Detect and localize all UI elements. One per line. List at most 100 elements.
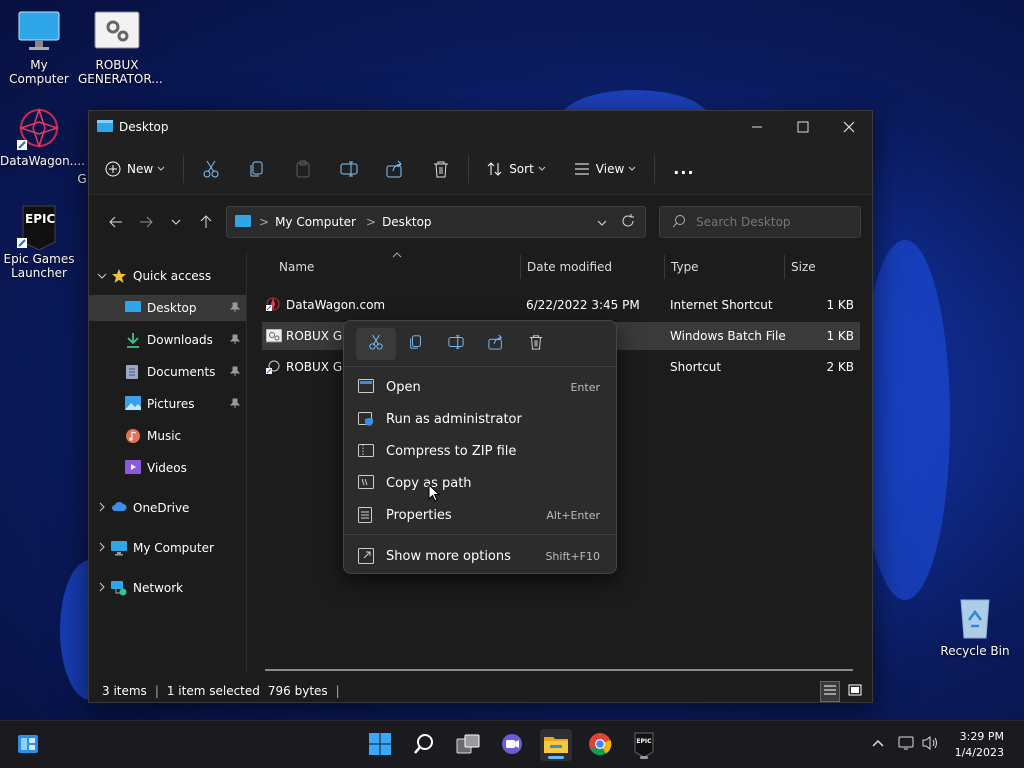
nav-onedrive[interactable]: OneDrive [89, 495, 246, 521]
teams-chat-button[interactable] [496, 729, 528, 761]
address-bar[interactable]: > My Computer > Desktop [226, 206, 646, 238]
desktop-icon-g-partial[interactable]: G [76, 172, 88, 186]
breadcrumb-my-computer[interactable]: My Computer [275, 215, 356, 229]
forward-button[interactable] [131, 216, 161, 228]
nav-item-desktop[interactable]: Desktop [89, 295, 246, 321]
wallpaper-bloom [860, 240, 950, 600]
nav-label: Pictures [147, 397, 195, 411]
epic-games-taskbar-button[interactable]: EPIC [628, 729, 660, 761]
back-button[interactable] [101, 216, 131, 228]
context-run-as-admin[interactable]: Run as administrator [348, 404, 612, 434]
share-button[interactable] [386, 160, 404, 178]
column-divider[interactable] [664, 255, 665, 279]
nav-label: Videos [147, 461, 187, 475]
column-header-type[interactable]: Type [671, 255, 783, 279]
context-show-more-options[interactable]: Show more options Shift+F10 [348, 541, 612, 571]
desktop-icon-my-computer[interactable]: My Computer [0, 10, 78, 86]
star-icon [111, 268, 127, 284]
context-cut-button[interactable] [356, 327, 396, 360]
shield-icon [358, 411, 374, 427]
network-icon [111, 580, 127, 596]
search-input[interactable] [696, 215, 846, 229]
delete-button[interactable] [432, 160, 450, 178]
nav-item-downloads[interactable]: Downloads [89, 327, 246, 353]
nav-my-computer[interactable]: My Computer [89, 535, 246, 561]
tiles-view-button[interactable] [846, 682, 864, 701]
context-rename-button[interactable] [436, 328, 476, 360]
chrome-button[interactable] [584, 729, 616, 761]
task-view-button[interactable] [452, 729, 484, 761]
sort-button[interactable]: Sort [487, 161, 546, 177]
nav-label: Desktop [147, 301, 197, 315]
desktop-icon-recycle-bin[interactable]: Recycle Bin [936, 596, 1014, 658]
context-properties[interactable]: Properties Alt+Enter [348, 500, 612, 530]
recent-locations-button[interactable] [161, 219, 191, 225]
nav-network[interactable]: Network [89, 575, 246, 601]
trash-icon [432, 160, 450, 178]
context-copy-as-path[interactable]: Copy as path [348, 468, 612, 498]
volume-icon[interactable] [922, 735, 940, 755]
file-row[interactable]: DataWagon.com 6/22/2022 3:45 PM Internet… [262, 291, 860, 319]
network-status-icon[interactable] [898, 735, 916, 755]
active-app-indicator [548, 756, 564, 759]
chrome-icon [588, 732, 612, 759]
file-explorer-taskbar-button[interactable] [540, 729, 572, 761]
nav-item-pictures[interactable]: Pictures [89, 391, 246, 417]
clock-date: 1/4/2023 [954, 746, 1004, 759]
nav-item-documents[interactable]: Documents [89, 359, 246, 385]
copy-button[interactable] [248, 160, 266, 178]
title-bar[interactable]: Desktop [89, 111, 872, 143]
refresh-button[interactable] [621, 213, 635, 231]
more-options-button[interactable]: ... [673, 159, 694, 178]
nav-quick-access[interactable]: Quick access [89, 263, 246, 289]
context-item-shortcut: Alt+Enter [546, 508, 600, 522]
close-button[interactable] [826, 111, 872, 143]
context-share-button[interactable] [476, 328, 516, 360]
nav-label: Network [133, 581, 184, 595]
column-divider[interactable] [784, 255, 785, 279]
desktop-icon-robux-generator[interactable]: ROBUX GENERATOR... [78, 10, 163, 86]
up-button[interactable] [191, 215, 221, 229]
details-view-button[interactable] [820, 680, 840, 702]
context-copy-button[interactable] [396, 328, 436, 360]
desktop-icon-datawagon[interactable]: DataWagon.... [0, 106, 85, 168]
rename-button[interactable] [340, 160, 358, 178]
context-open[interactable]: Open Enter [348, 372, 612, 402]
column-header-name[interactable]: Name [279, 255, 519, 279]
search-button[interactable] [408, 729, 440, 761]
breadcrumb-desktop[interactable]: Desktop [382, 215, 432, 229]
context-item-label: Compress to ZIP file [386, 443, 517, 459]
ellipsis-icon: ... [673, 159, 695, 178]
view-button[interactable]: View [574, 162, 636, 176]
desktop-icon-epic-games[interactable]: EPIC Epic Games Launcher [0, 204, 78, 280]
context-delete-button[interactable] [516, 328, 556, 360]
nav-item-videos[interactable]: Videos [89, 455, 246, 481]
context-divider [344, 534, 616, 535]
toolbar-separator [468, 154, 470, 183]
context-compress-zip[interactable]: Compress to ZIP file [348, 436, 612, 466]
context-menu: Open Enter Run as administrator Compress… [343, 320, 617, 574]
context-item-shortcut: Enter [570, 380, 600, 394]
share-icon [488, 334, 504, 353]
paste-button[interactable] [294, 160, 312, 178]
horizontal-scrollbar[interactable] [265, 669, 853, 671]
column-header-date[interactable]: Date modified [527, 255, 663, 279]
new-label: New [127, 161, 154, 176]
new-button[interactable]: New [105, 161, 165, 177]
system-clock[interactable]: 3:29 PM 1/4/2023 [955, 729, 1004, 761]
maximize-button[interactable] [780, 111, 826, 143]
column-divider[interactable] [520, 255, 521, 279]
minimize-button[interactable] [734, 111, 780, 143]
search-box[interactable] [659, 206, 861, 238]
column-header-size[interactable]: Size [791, 255, 861, 279]
taskbar: EPIC 3:29 PM 1/4/2023 [0, 720, 1024, 768]
running-app-indicator [640, 756, 648, 759]
cut-button[interactable] [202, 160, 220, 178]
start-button[interactable] [364, 729, 396, 761]
clipboard-icon [294, 160, 312, 178]
address-dropdown-button[interactable] [597, 215, 607, 229]
nav-item-music[interactable]: Music [89, 423, 246, 449]
widgets-button[interactable] [12, 729, 44, 761]
show-hidden-icons-button[interactable] [872, 735, 884, 751]
view-label: View [595, 161, 625, 176]
